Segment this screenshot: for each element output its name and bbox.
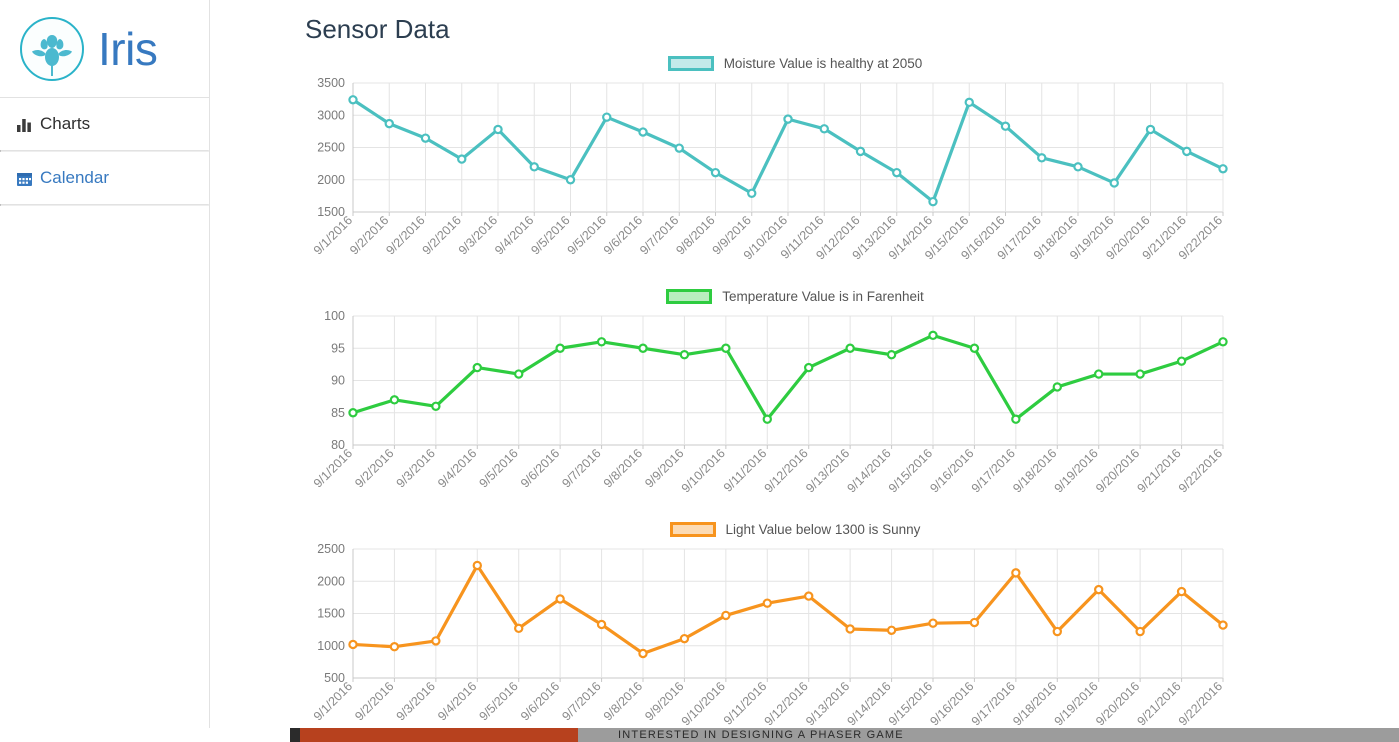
svg-text:9/8/2016: 9/8/2016 xyxy=(601,679,645,723)
svg-text:9/5/2016: 9/5/2016 xyxy=(477,446,521,490)
svg-text:9/10/2016: 9/10/2016 xyxy=(679,679,728,728)
svg-text:9/1/2016: 9/1/2016 xyxy=(311,213,355,257)
svg-text:9/4/2016: 9/4/2016 xyxy=(492,213,536,257)
svg-text:9/1/2016: 9/1/2016 xyxy=(311,446,355,490)
chart-light: Light Value below 1300 is Sunny 50010001… xyxy=(305,517,1245,736)
banner-text: INTERESTED IN DESIGNING A PHASER GAME xyxy=(578,728,1399,742)
sidebar-item-calendar[interactable]: Calendar xyxy=(0,152,209,204)
svg-text:2000: 2000 xyxy=(317,574,345,588)
svg-text:9/16/2016: 9/16/2016 xyxy=(927,679,976,728)
svg-text:9/13/2016: 9/13/2016 xyxy=(803,446,852,495)
svg-text:9/11/2016: 9/11/2016 xyxy=(721,446,770,495)
svg-text:9/12/2016: 9/12/2016 xyxy=(762,446,811,495)
svg-text:9/2/2016: 9/2/2016 xyxy=(352,679,396,723)
svg-text:9/22/2016: 9/22/2016 xyxy=(1176,679,1225,728)
svg-text:9/5/2016: 9/5/2016 xyxy=(565,213,609,257)
sidebar-item-charts[interactable]: Charts xyxy=(0,98,209,150)
svg-text:100: 100 xyxy=(324,309,345,323)
svg-text:9/2/2016: 9/2/2016 xyxy=(352,446,396,490)
svg-text:9/3/2016: 9/3/2016 xyxy=(456,213,500,257)
bar-chart-icon xyxy=(16,116,33,133)
svg-text:9/18/2016: 9/18/2016 xyxy=(1010,679,1059,728)
svg-text:9/22/2016: 9/22/2016 xyxy=(1176,446,1225,495)
chart-moisture: Moisture Value is healthy at 2050 150020… xyxy=(305,51,1245,270)
svg-text:9/2/2016: 9/2/2016 xyxy=(347,213,391,257)
chart-canvas-temperature[interactable]: 808590951009/1/20169/2/20169/3/20169/4/2… xyxy=(305,308,1245,503)
svg-text:9/19/2016: 9/19/2016 xyxy=(1052,679,1101,728)
sidebar-item-label-calendar: Calendar xyxy=(40,168,109,188)
sidebar-divider-2 xyxy=(0,204,209,206)
svg-text:9/8/2016: 9/8/2016 xyxy=(673,213,717,257)
svg-text:3000: 3000 xyxy=(317,108,345,122)
svg-text:9/2/2016: 9/2/2016 xyxy=(420,213,464,257)
banner-spacer xyxy=(0,728,290,742)
svg-text:2500: 2500 xyxy=(317,542,345,556)
svg-text:9/15/2016: 9/15/2016 xyxy=(886,446,935,495)
svg-text:9/2/2016: 9/2/2016 xyxy=(383,213,427,257)
svg-text:9/7/2016: 9/7/2016 xyxy=(637,213,681,257)
svg-text:9/14/2016: 9/14/2016 xyxy=(844,446,893,495)
svg-text:9/11/2016: 9/11/2016 xyxy=(721,679,770,728)
svg-text:9/10/2016: 9/10/2016 xyxy=(679,446,728,495)
svg-text:2000: 2000 xyxy=(317,173,345,187)
svg-text:95: 95 xyxy=(331,341,345,355)
svg-text:9/13/2016: 9/13/2016 xyxy=(803,679,852,728)
svg-text:9/6/2016: 9/6/2016 xyxy=(601,213,645,257)
svg-text:9/4/2016: 9/4/2016 xyxy=(435,446,479,490)
chart-temperature: Temperature Value is in Farenheit 808590… xyxy=(305,284,1245,503)
svg-text:9/6/2016: 9/6/2016 xyxy=(518,446,562,490)
svg-text:1500: 1500 xyxy=(317,607,345,621)
sidebar: Iris Charts xyxy=(0,0,210,742)
iris-flower-logo-icon xyxy=(18,15,86,83)
legend-swatch-moisture xyxy=(668,56,714,71)
sidebar-item-label-charts: Charts xyxy=(40,114,90,134)
legend-label-temperature: Temperature Value is in Farenheit xyxy=(722,289,924,304)
svg-text:1000: 1000 xyxy=(317,639,345,653)
calendar-icon xyxy=(16,170,33,187)
chart-canvas-light[interactable]: 50010001500200025009/1/20169/2/20169/3/2… xyxy=(305,541,1245,736)
svg-text:9/8/2016: 9/8/2016 xyxy=(601,446,645,490)
brand-header[interactable]: Iris xyxy=(0,0,209,98)
svg-text:3500: 3500 xyxy=(317,76,345,90)
svg-text:9/6/2016: 9/6/2016 xyxy=(518,679,562,723)
svg-text:90: 90 xyxy=(331,374,345,388)
svg-text:9/5/2016: 9/5/2016 xyxy=(477,679,521,723)
legend-temperature: Temperature Value is in Farenheit xyxy=(345,284,1245,308)
svg-text:9/4/2016: 9/4/2016 xyxy=(435,679,479,723)
page-title: Sensor Data xyxy=(305,14,1399,45)
chart-canvas-moisture[interactable]: 150020002500300035009/1/20169/2/20169/2/… xyxy=(305,75,1245,270)
svg-text:9/14/2016: 9/14/2016 xyxy=(844,679,893,728)
app-root: Iris Charts xyxy=(0,0,1399,742)
svg-text:9/19/2016: 9/19/2016 xyxy=(1052,446,1101,495)
svg-text:9/12/2016: 9/12/2016 xyxy=(762,679,811,728)
svg-text:9/17/2016: 9/17/2016 xyxy=(969,679,1018,728)
svg-text:9/5/2016: 9/5/2016 xyxy=(528,213,572,257)
svg-text:9/17/2016: 9/17/2016 xyxy=(969,446,1018,495)
legend-light: Light Value below 1300 is Sunny xyxy=(345,517,1245,541)
banner-black-segment xyxy=(290,728,300,742)
banner-orange-segment xyxy=(300,728,578,742)
svg-text:9/16/2016: 9/16/2016 xyxy=(927,446,976,495)
svg-text:9/18/2016: 9/18/2016 xyxy=(1010,446,1059,495)
svg-text:9/20/2016: 9/20/2016 xyxy=(1093,679,1142,728)
svg-text:9/3/2016: 9/3/2016 xyxy=(394,679,438,723)
svg-text:9/1/2016: 9/1/2016 xyxy=(311,679,355,723)
svg-text:9/21/2016: 9/21/2016 xyxy=(1134,446,1183,495)
legend-moisture: Moisture Value is healthy at 2050 xyxy=(345,51,1245,75)
legend-swatch-temperature xyxy=(666,289,712,304)
legend-label-light: Light Value below 1300 is Sunny xyxy=(726,522,921,537)
main-content: Sensor Data Moisture Value is healthy at… xyxy=(210,0,1399,742)
svg-text:9/21/2016: 9/21/2016 xyxy=(1134,679,1183,728)
svg-text:9/7/2016: 9/7/2016 xyxy=(559,446,603,490)
svg-text:9/7/2016: 9/7/2016 xyxy=(559,679,603,723)
bottom-banner[interactable]: INTERESTED IN DESIGNING A PHASER GAME xyxy=(0,728,1399,742)
svg-text:9/3/2016: 9/3/2016 xyxy=(394,446,438,490)
svg-text:9/15/2016: 9/15/2016 xyxy=(886,679,935,728)
brand-name: Iris xyxy=(98,26,157,72)
legend-swatch-light xyxy=(670,522,716,537)
legend-label-moisture: Moisture Value is healthy at 2050 xyxy=(724,56,923,71)
svg-text:85: 85 xyxy=(331,406,345,420)
svg-text:9/20/2016: 9/20/2016 xyxy=(1093,446,1142,495)
svg-text:2500: 2500 xyxy=(317,141,345,155)
